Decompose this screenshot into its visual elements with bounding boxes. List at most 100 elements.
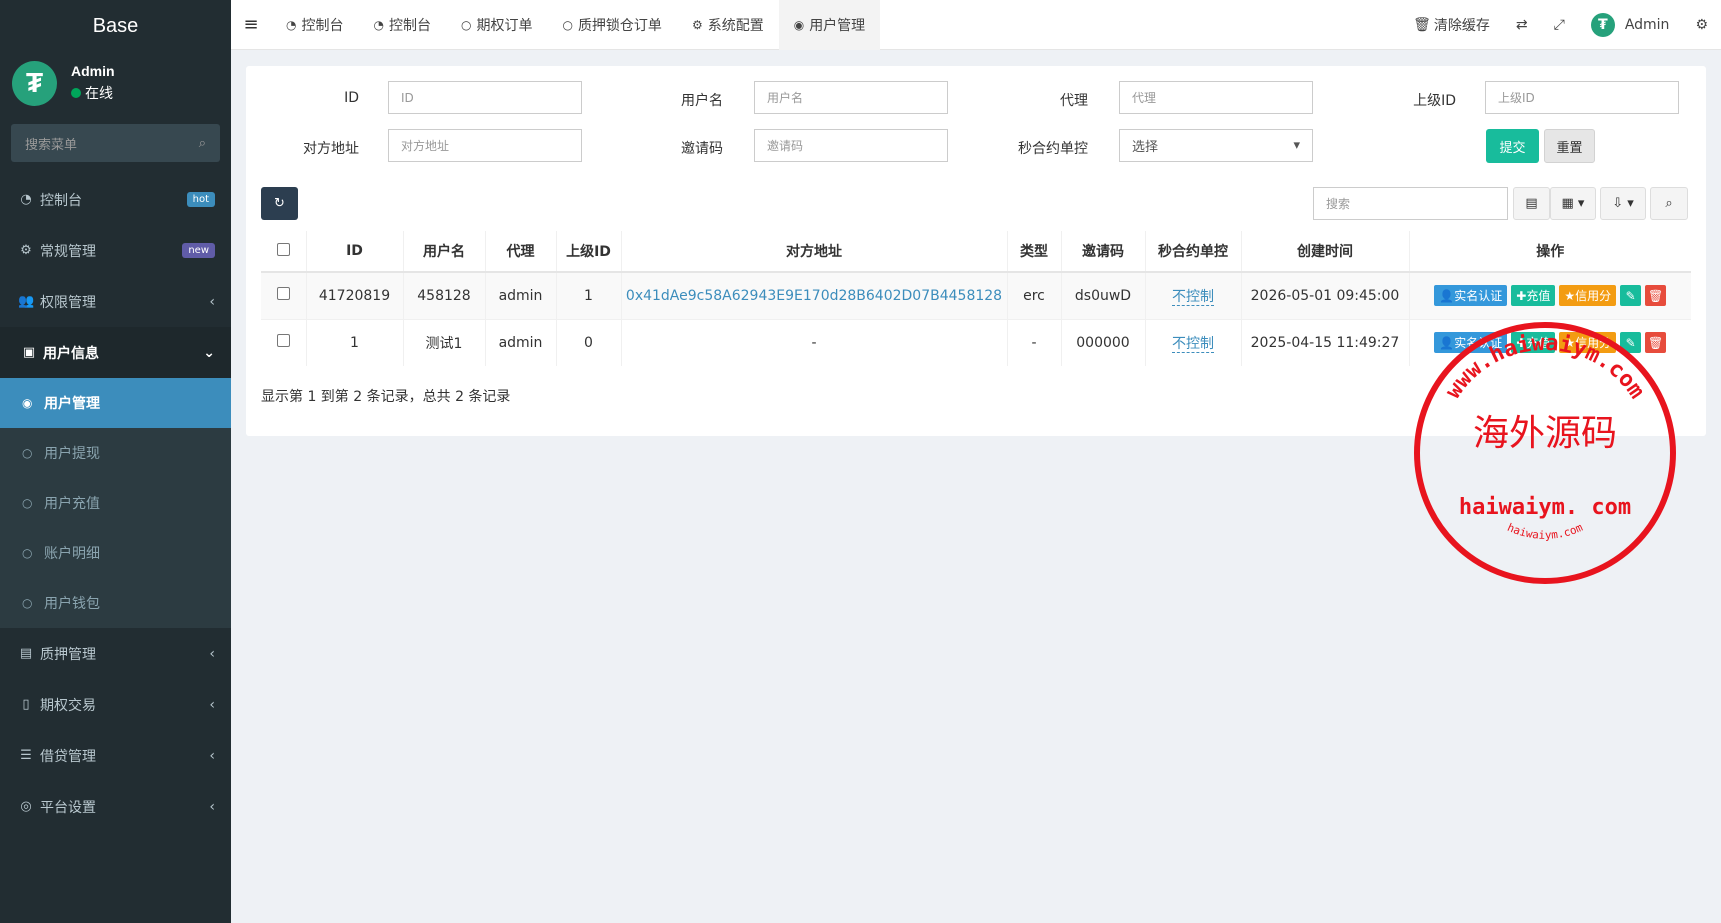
agent-input[interactable]: 代理 (1119, 81, 1313, 114)
sidebar-item-loans[interactable]: ☰ 借贷管理 ‹ (0, 730, 231, 781)
stamp-center-text: 海外源码 (1473, 413, 1617, 454)
stamp-bottom-text: haiwaiym. com (1459, 495, 1631, 520)
admin-menu[interactable]: ₮ Admin (1578, 12, 1683, 37)
sidebar-item-label: 用户充值 (44, 496, 100, 512)
menu-toggle-icon[interactable]: ≡ (231, 14, 271, 35)
tab-label: 质押锁仓订单 (577, 17, 662, 34)
search-toggle-button[interactable]: ⌕ (1650, 187, 1688, 220)
sidebar-item-recharge[interactable]: ○ 用户充值 (0, 478, 231, 528)
refresh-button[interactable]: ↻ (261, 187, 298, 220)
circle-icon: ○ (460, 17, 472, 32)
cell-username: 458128 (402, 271, 485, 319)
credit-label: 信用分 (1575, 289, 1612, 304)
recharge-label: 充值 (1526, 289, 1551, 304)
cell-type: erc (1006, 271, 1061, 319)
parent-id-input[interactable]: 上级ID (1485, 81, 1679, 114)
tab-label: 期权订单 (476, 17, 533, 34)
col-type[interactable]: 类型 (1006, 231, 1061, 273)
address-link[interactable]: 0x41dAe9c58A62943E9E170d28B6402D07B44581… (626, 288, 1002, 304)
col-created[interactable]: 创建时间 (1240, 231, 1409, 273)
sidebar-search-input[interactable]: 搜索菜单 ⌕ (11, 124, 220, 162)
address-input[interactable]: 对方地址 (388, 129, 582, 162)
cell-id: 41720819 (305, 271, 403, 319)
sidebar-item-label: 平台设置 (40, 799, 96, 816)
star-icon: ★ (1564, 288, 1576, 303)
cell-created: 2025-04-15 11:49:27 (1240, 318, 1409, 366)
cogs-icon: ⚙ (20, 243, 32, 258)
chevron-left-icon: ‹ (209, 293, 215, 310)
tab-dashboard-2[interactable]: ◔ 控制台 (358, 0, 445, 50)
list-alt-icon: ▤ (1525, 196, 1538, 211)
control-toggle[interactable]: 不控制 (1172, 288, 1214, 306)
delete-button[interactable]: 🗑 (1645, 285, 1667, 307)
col-username[interactable]: 用户名 (402, 231, 485, 273)
tab-dashboard[interactable]: ◔ 控制台 (271, 0, 358, 50)
language-icon[interactable]: ⇄ (1503, 17, 1541, 33)
sidebar-item-dashboard[interactable]: ◔ 控制台 hot (0, 174, 231, 225)
col-parent-id[interactable]: 上级ID (555, 231, 621, 273)
tab-staking-orders[interactable]: ○ 质押锁仓订单 (547, 0, 676, 50)
chevron-left-icon: ‹ (209, 696, 215, 713)
admin-name: Admin (1624, 16, 1670, 33)
sidebar-item-platform[interactable]: ◎ 平台设置 ‹ (0, 781, 231, 832)
col-id[interactable]: ID (305, 231, 403, 273)
sidebar-item-label: 质押管理 (40, 646, 96, 663)
circle-icon: ○ (22, 596, 33, 610)
col-agent[interactable]: 代理 (484, 231, 556, 273)
sidebar-item-user-management[interactable]: ◉ 用户管理 (0, 378, 231, 428)
sidebar-item-options[interactable]: ▯ 期权交易 ‹ (0, 679, 231, 730)
online-dot-icon (71, 88, 81, 98)
plus-icon: ✚ (1516, 288, 1527, 303)
sidebar-item-general[interactable]: ⚙ 常规管理 new (0, 225, 231, 276)
username-input[interactable]: 用户名 (754, 81, 948, 114)
select-all-checkbox[interactable] (276, 242, 290, 256)
search-icon[interactable]: ⌕ (199, 136, 206, 151)
clear-cache-button[interactable]: 🗑 清除缓存 (1400, 15, 1503, 35)
tab-option-orders[interactable]: ○ 期权订单 (446, 0, 547, 50)
credit-button[interactable]: ★ 信用分 (1559, 285, 1617, 307)
sidebar-item-permissions[interactable]: 👥 权限管理 ‹ (0, 276, 231, 327)
select-all-header[interactable] (261, 231, 306, 273)
topbar: ≡ ◔ 控制台 ◔ 控制台 ○ 期权订单 ○ 质押锁仓订单 ⚙ 系统配置 ◉ 用户管理 🗑 清… (231, 0, 1721, 50)
id-input[interactable]: ID (388, 81, 582, 114)
sidebar-item-label: 常规管理 (40, 243, 96, 260)
clear-cache-label: 清除缓存 (1433, 17, 1490, 34)
th-icon: ▦ ▾ (1561, 196, 1585, 211)
sidebar-item-label: 用户提现 (44, 446, 100, 462)
row-checkbox[interactable] (276, 334, 290, 348)
settings-gear-icon[interactable]: ⚙ (1682, 17, 1721, 33)
table-search-input[interactable]: 搜索 (1313, 187, 1508, 220)
sidebar-item-staking[interactable]: ▤ 质押管理 ‹ (0, 628, 231, 679)
tab-system-config[interactable]: ⚙ 系统配置 (677, 0, 779, 50)
list-icon: ☰ (20, 748, 32, 763)
col-control[interactable]: 秒合约单控 (1144, 231, 1241, 273)
sidebar-item-account-detail[interactable]: ○ 账户明细 (0, 528, 231, 578)
control-select[interactable]: 选择 ▾ (1119, 129, 1313, 162)
fullscreen-icon[interactable]: ⤢ (1541, 17, 1578, 33)
invite-input[interactable]: 邀请码 (754, 129, 948, 162)
submit-button[interactable]: 提交 (1486, 129, 1539, 163)
cell-username: 测试1 (402, 318, 485, 366)
cell-agent: admin (484, 318, 556, 366)
sidebar-item-wallet[interactable]: ○ 用户钱包 (0, 578, 231, 628)
toggle-view-button[interactable]: ▤ (1513, 187, 1550, 220)
newspaper-icon: ▤ (19, 646, 33, 661)
verify-button[interactable]: 👤 实名认证 (1434, 285, 1508, 307)
status-text: 在线 (85, 86, 113, 102)
edit-button[interactable]: ✎ (1620, 285, 1642, 307)
brand-logo[interactable]: Base (0, 0, 231, 52)
tab-user-management[interactable]: ◉ 用户管理 (778, 0, 881, 50)
sidebar-item-withdraw[interactable]: ○ 用户提现 (0, 428, 231, 478)
columns-button[interactable]: ▦ ▾ (1550, 187, 1596, 220)
dashboard-icon: ◔ (373, 17, 384, 32)
tab-label: 控制台 (388, 17, 431, 34)
row-checkbox[interactable] (276, 287, 290, 301)
control-toggle[interactable]: 不控制 (1172, 335, 1214, 353)
recharge-button[interactable]: ✚ 充值 (1511, 285, 1556, 307)
col-invite[interactable]: 邀请码 (1060, 231, 1145, 273)
export-button[interactable]: ⇩ ▾ (1600, 187, 1646, 220)
col-address[interactable]: 对方地址 (620, 231, 1007, 273)
reset-button[interactable]: 重置 (1544, 129, 1595, 163)
cell-created: 2026-05-01 09:45:00 (1240, 271, 1409, 319)
sidebar-item-user-info[interactable]: ▣ 用户信息 ⌄ (0, 327, 231, 378)
